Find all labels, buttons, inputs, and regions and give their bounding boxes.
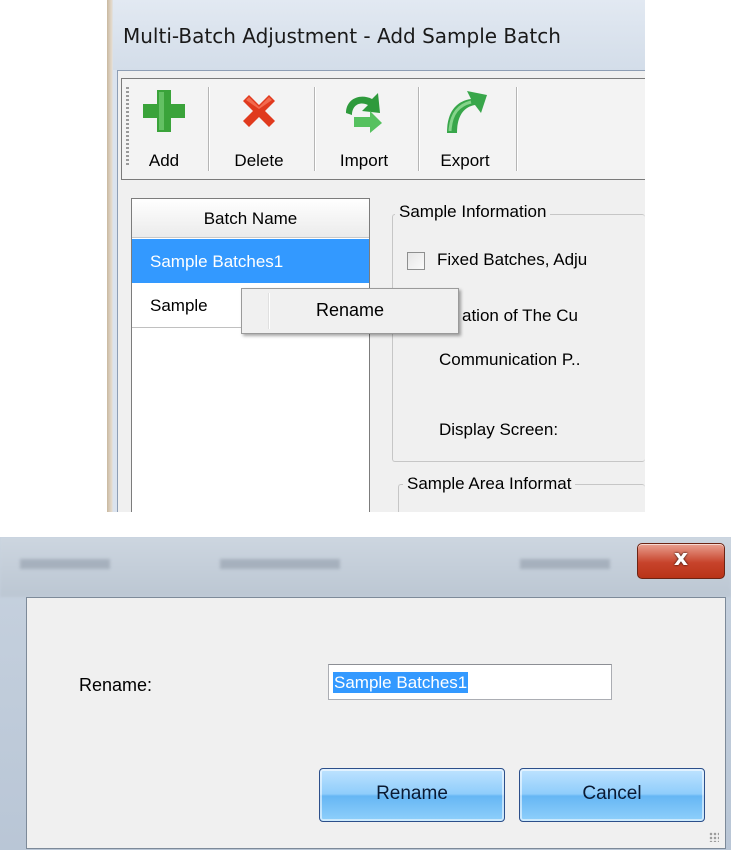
import-button[interactable]: Import	[322, 85, 406, 173]
close-icon: x	[673, 546, 689, 571]
cancel-button[interactable]: Cancel	[519, 768, 705, 822]
rename-dialog: x Rename: Sample Batches1 Rename Cancel	[0, 537, 731, 850]
blurred-background	[220, 559, 340, 569]
x-icon	[243, 95, 275, 127]
fixed-batches-checkbox[interactable]	[407, 252, 425, 270]
communication-port-label: Communication P..	[439, 350, 581, 369]
add-button[interactable]: Add	[138, 85, 190, 173]
import-arrow-icon	[346, 93, 382, 133]
title-bar: Multi-Batch Adjustment - Add Sample Batc…	[113, 0, 645, 70]
list-item-sample-batches1[interactable]: Sample Batches1	[132, 239, 369, 283]
batch-list[interactable]: Batch Name Sample Batches1 Sample	[131, 198, 370, 512]
batch-name-column-header[interactable]: Batch Name	[132, 199, 369, 238]
rename-input-value: Sample Batches1	[333, 672, 469, 693]
sample-information-title: Sample Information	[395, 202, 551, 222]
rename-button[interactable]: Rename	[319, 768, 505, 822]
add-label: Add	[148, 151, 180, 170]
toolbar-separator	[516, 87, 518, 171]
blurred-background	[20, 559, 110, 569]
delete-label: Delete	[234, 151, 284, 170]
context-menu-rename[interactable]: Rename	[316, 300, 384, 321]
export-label: Export	[440, 151, 490, 170]
location-label: ation of The Cu	[462, 306, 578, 325]
multi-batch-window: Multi-Batch Adjustment - Add Sample Batc…	[107, 0, 645, 512]
toolbar: Add Delete Import Export	[121, 78, 645, 180]
context-menu: Rename	[241, 288, 459, 334]
dialog-client: Rename: Sample Batches1 Rename Cancel	[26, 597, 726, 849]
rename-input[interactable]: Sample Batches1	[328, 664, 612, 700]
window-title: Multi-Batch Adjustment - Add Sample Batc…	[123, 24, 561, 48]
display-screen-label: Display Screen:	[439, 420, 559, 439]
sample-area-title: Sample Area Informat	[403, 474, 576, 494]
toolbar-separator	[208, 87, 210, 171]
plus-icon	[143, 90, 185, 132]
resize-grip[interactable]	[709, 832, 719, 842]
import-label: Import	[339, 151, 389, 170]
close-button[interactable]: x	[637, 543, 725, 579]
delete-button[interactable]: Delete	[216, 85, 302, 173]
toolbar-separator	[314, 87, 316, 171]
export-arrow-icon	[447, 91, 487, 133]
export-button[interactable]: Export	[426, 85, 504, 173]
blurred-background	[520, 559, 610, 569]
rename-label: Rename:	[79, 675, 153, 695]
toolbar-separator	[418, 87, 420, 171]
menu-gutter	[268, 293, 270, 329]
fixed-batches-label: Fixed Batches, Adju	[437, 250, 588, 269]
toolbar-grip[interactable]	[126, 87, 129, 165]
